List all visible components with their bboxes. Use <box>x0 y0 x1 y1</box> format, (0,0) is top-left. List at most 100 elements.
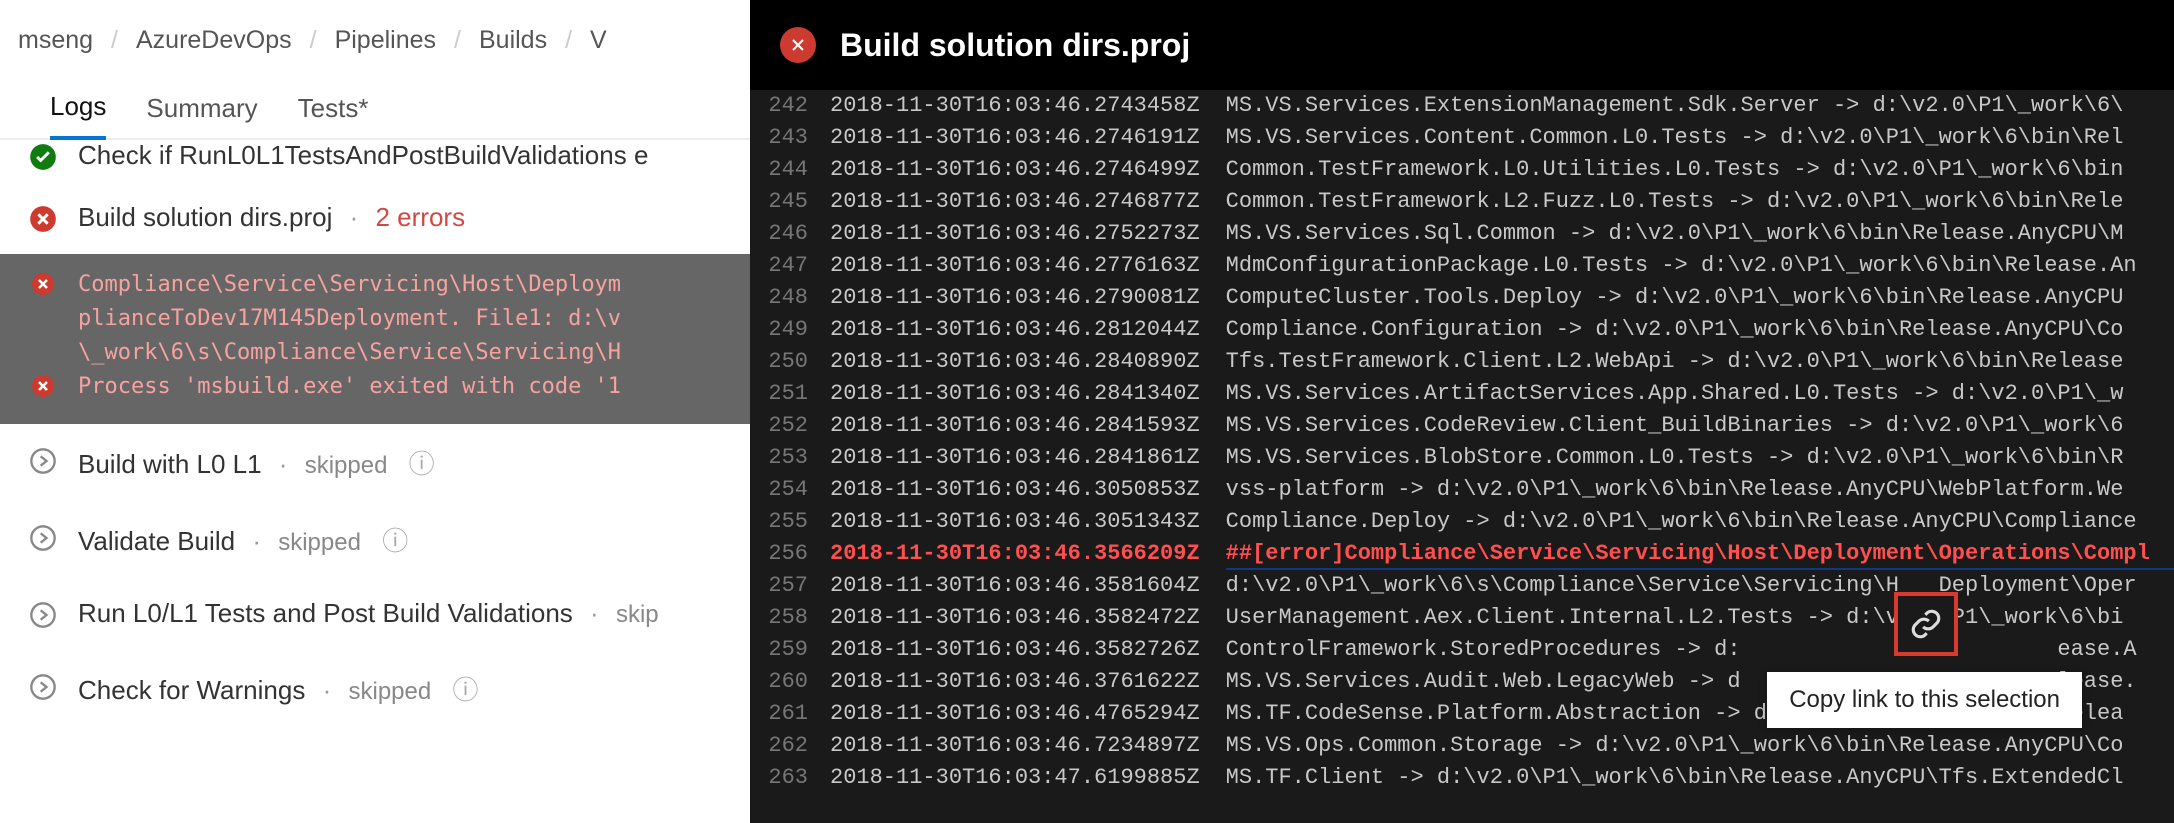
timestamp: 2018-11-30T16:03:46.2743458Z <box>830 90 1226 122</box>
task-row[interactable]: Check for Warnings · skipped ⓘ <box>0 650 750 727</box>
crumb[interactable]: Pipelines <box>335 26 436 55</box>
timestamp: 2018-11-30T16:03:46.2840890Z <box>830 346 1226 378</box>
task-title: Build with L0 L1 <box>78 449 262 479</box>
log-line[interactable]: 2492018-11-30T16:03:46.2812044ZComplianc… <box>750 314 2174 346</box>
line-number: 257 <box>750 570 830 602</box>
success-icon <box>28 142 58 172</box>
info-icon[interactable]: ⓘ <box>409 449 435 479</box>
error-icon <box>28 272 58 296</box>
line-number: 254 <box>750 474 830 506</box>
timestamp: 2018-11-30T16:03:46.3761622Z <box>830 666 1226 698</box>
timestamp: 2018-11-30T16:03:46.4765294Z <box>830 698 1226 730</box>
log-line[interactable]: 2432018-11-30T16:03:46.2746191ZMS.VS.Ser… <box>750 122 2174 154</box>
line-number: 263 <box>750 762 830 794</box>
timestamp: 2018-11-30T16:03:46.2746499Z <box>830 154 1226 186</box>
task-row[interactable]: Check if RunL0L1TestsAndPostBuildValidat… <box>0 140 750 182</box>
tab-tests[interactable]: Tests* <box>298 93 369 138</box>
task-status: skipped <box>305 452 388 479</box>
log-message: MS.VS.Services.CodeReview.Client_BuildBi… <box>1226 410 2174 442</box>
line-number: 253 <box>750 442 830 474</box>
copy-link-button[interactable] <box>1894 592 1958 656</box>
line-number: 244 <box>750 154 830 186</box>
log-line[interactable]: 2532018-11-30T16:03:46.2841861ZMS.VS.Ser… <box>750 442 2174 474</box>
line-number: 250 <box>750 346 830 378</box>
log-line[interactable]: 2562018-11-30T16:03:46.3566209Z##[error]… <box>750 538 2174 570</box>
log-line[interactable]: 2542018-11-30T16:03:46.3050853Zvss-platf… <box>750 474 2174 506</box>
task-error-group[interactable]: Compliance\Service\Servicing\Host\Deploy… <box>0 254 750 424</box>
log-line[interactable]: 2482018-11-30T16:03:46.2790081ZComputeCl… <box>750 282 2174 314</box>
log-line[interactable]: 2622018-11-30T16:03:46.7234897ZMS.VS.Ops… <box>750 730 2174 762</box>
timestamp: 2018-11-30T16:03:46.3051343Z <box>830 506 1226 538</box>
crumb[interactable]: AzureDevOps <box>136 26 292 55</box>
log-message: Common.TestFramework.L2.Fuzz.L0.Tests ->… <box>1226 186 2174 218</box>
error-icon <box>780 27 816 63</box>
task-row[interactable]: Run L0/L1 Tests and Post Build Validatio… <box>0 578 750 650</box>
tab-logs[interactable]: Logs <box>50 91 106 140</box>
log-line[interactable]: 2592018-11-30T16:03:46.3582726ZControlFr… <box>750 634 2174 666</box>
error-text: Compliance\Service\Servicing\Host\Deploy… <box>78 268 722 370</box>
timestamp: 2018-11-30T16:03:46.2776163Z <box>830 250 1226 282</box>
log-line[interactable]: 2572018-11-30T16:03:46.3581604Zd:\v2.0\P… <box>750 570 2174 602</box>
tabs: Logs Summary Tests* <box>0 80 750 140</box>
separator-icon: / <box>454 26 461 55</box>
task-row[interactable]: Build solution dirs.proj · 2 errors <box>0 182 750 254</box>
log-line[interactable]: 2462018-11-30T16:03:46.2752273ZMS.VS.Ser… <box>750 218 2174 250</box>
log-message: MS.VS.Ops.Common.Storage -> d:\v2.0\P1\_… <box>1226 730 2174 762</box>
log-message: Compliance.Deploy -> d:\v2.0\P1\_work\6\… <box>1226 506 2174 538</box>
line-number: 246 <box>750 218 830 250</box>
log-message: ControlFramework.StoredProcedures -> d: … <box>1226 634 2174 666</box>
chevron-right-icon <box>28 446 58 476</box>
line-number: 259 <box>750 634 830 666</box>
log-line[interactable]: 2632018-11-30T16:03:47.6199885ZMS.TF.Cli… <box>750 762 2174 794</box>
log-line[interactable]: 2522018-11-30T16:03:46.2841593ZMS.VS.Ser… <box>750 410 2174 442</box>
log-line[interactable]: 2452018-11-30T16:03:46.2746877ZCommon.Te… <box>750 186 2174 218</box>
line-number: 262 <box>750 730 830 762</box>
log-line[interactable]: 2422018-11-30T16:03:46.2743458ZMS.VS.Ser… <box>750 90 2174 122</box>
timestamp: 2018-11-30T16:03:46.3582472Z <box>830 602 1226 634</box>
task-row[interactable]: Validate Build · skipped ⓘ <box>0 501 750 578</box>
line-number: 252 <box>750 410 830 442</box>
log-message: ComputeCluster.Tools.Deploy -> d:\v2.0\P… <box>1226 282 2174 314</box>
timestamp: 2018-11-30T16:03:46.2841861Z <box>830 442 1226 474</box>
timestamp: 2018-11-30T16:03:46.2841593Z <box>830 410 1226 442</box>
log-line[interactable]: 2442018-11-30T16:03:46.2746499ZCommon.Te… <box>750 154 2174 186</box>
crumb[interactable]: V <box>590 26 607 55</box>
log-panel-header: Build solution dirs.proj <box>750 0 2174 90</box>
task-status: skipped <box>278 529 361 556</box>
task-title: Run L0/L1 Tests and Post Build Validatio… <box>78 598 573 628</box>
timestamp: 2018-11-30T16:03:46.2841340Z <box>830 378 1226 410</box>
log-message: MS.VS.Services.Content.Common.L0.Tests -… <box>1226 122 2174 154</box>
timestamp: 2018-11-30T16:03:46.3050853Z <box>830 474 1226 506</box>
chevron-right-icon <box>28 523 58 553</box>
log-message: Tfs.TestFramework.Client.L2.WebApi -> d:… <box>1226 346 2174 378</box>
log-message: UserManagement.Aex.Client.Internal.L2.Te… <box>1226 602 2174 634</box>
task-row[interactable]: Build with L0 L1 · skipped ⓘ <box>0 424 750 501</box>
log-line[interactable]: 2582018-11-30T16:03:46.3582472ZUserManag… <box>750 602 2174 634</box>
log-message: Compliance.Configuration -> d:\v2.0\P1\_… <box>1226 314 2174 346</box>
crumb[interactable]: mseng <box>18 26 93 55</box>
tab-summary[interactable]: Summary <box>146 93 257 138</box>
task-title: Check if RunL0L1TestsAndPostBuildValidat… <box>78 140 648 170</box>
log-message: MS.TF.Client -> d:\v2.0\P1\_work\6\bin\R… <box>1226 762 2174 794</box>
log-line[interactable]: 2552018-11-30T16:03:46.3051343ZComplianc… <box>750 506 2174 538</box>
log-line[interactable]: 2502018-11-30T16:03:46.2840890ZTfs.TestF… <box>750 346 2174 378</box>
error-icon <box>28 204 58 234</box>
log-message: MS.VS.Services.ExtensionManagement.Sdk.S… <box>1226 90 2174 122</box>
task-title: Build solution dirs.proj <box>78 202 332 232</box>
error-icon <box>28 374 58 398</box>
line-number: 260 <box>750 666 830 698</box>
log-line[interactable]: 2512018-11-30T16:03:46.2841340ZMS.VS.Ser… <box>750 378 2174 410</box>
line-number: 251 <box>750 378 830 410</box>
info-icon[interactable]: ⓘ <box>452 675 478 705</box>
chevron-right-icon <box>28 600 58 630</box>
log-message: MS.VS.Services.ArtifactServices.App.Shar… <box>1226 378 2174 410</box>
info-icon[interactable]: ⓘ <box>382 526 408 556</box>
log-line[interactable]: 2472018-11-30T16:03:46.2776163ZMdmConfig… <box>750 250 2174 282</box>
line-number: 248 <box>750 282 830 314</box>
timestamp: 2018-11-30T16:03:46.2790081Z <box>830 282 1226 314</box>
log-message: ##[error]Compliance\Service\Servicing\Ho… <box>1226 538 2174 570</box>
line-number: 255 <box>750 506 830 538</box>
timestamp: 2018-11-30T16:03:46.3581604Z <box>830 570 1226 602</box>
separator-icon: / <box>310 26 317 55</box>
crumb[interactable]: Builds <box>479 26 547 55</box>
